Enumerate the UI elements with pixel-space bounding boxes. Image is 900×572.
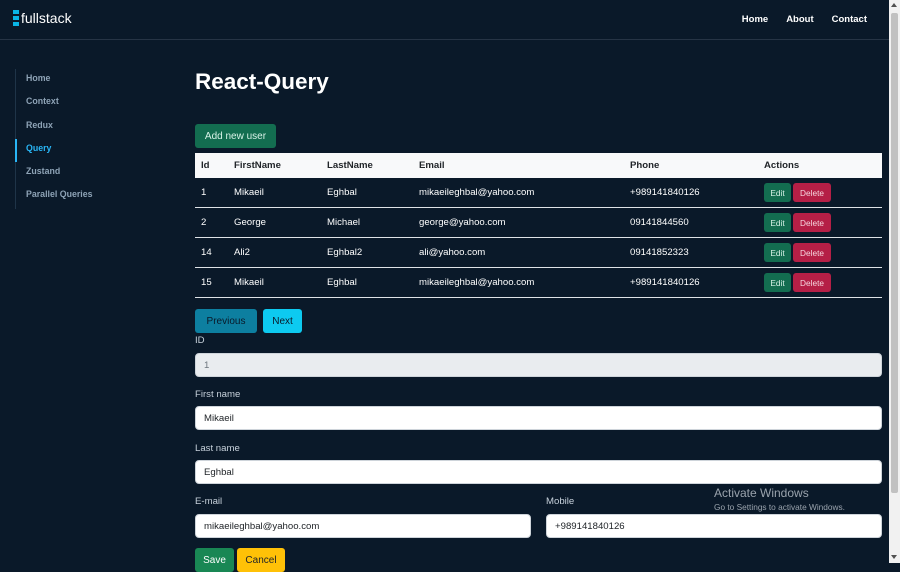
scroll-up-arrow-icon[interactable]: [891, 3, 897, 7]
nav-about-link[interactable]: About: [786, 14, 813, 25]
column-header-actions: Actions: [758, 153, 882, 178]
cell-firstname: Ali2: [228, 237, 321, 268]
column-header-id: Id: [195, 153, 228, 178]
users-table: Id FirstName LastName Email Phone Action…: [195, 153, 882, 298]
cell-email: mikaeileghbal@yahoo.com: [413, 178, 624, 208]
cell-firstname: George: [228, 207, 321, 238]
column-header-lastname: LastName: [321, 153, 413, 178]
delete-button[interactable]: Delete: [793, 273, 831, 292]
sidebar-item-redux[interactable]: Redux: [16, 116, 166, 139]
edit-button[interactable]: Edit: [764, 273, 791, 292]
table-row: 1 Mikaeil Eghbal mikaeileghbal@yahoo.com…: [195, 178, 882, 208]
nav-contact-link[interactable]: Contact: [832, 14, 867, 25]
cell-actions: Edit Delete: [758, 237, 882, 268]
watermark-subtitle: Go to Settings to activate Windows.: [714, 502, 845, 512]
cell-actions: Edit Delete: [758, 178, 882, 208]
add-new-user-button[interactable]: Add new user: [195, 124, 276, 148]
column-header-email: Email: [413, 153, 624, 178]
table-row: 15 Mikaeil Eghbal mikaeileghbal@yahoo.co…: [195, 267, 882, 298]
brand-name: fullstack: [21, 10, 72, 26]
table-row: 2 George Michael george@yahoo.com 091418…: [195, 207, 882, 238]
scroll-down-arrow-icon[interactable]: [891, 555, 897, 559]
cell-phone: +989141840126: [624, 267, 758, 298]
cell-firstname: Mikaeil: [228, 267, 321, 298]
sidebar-item-parallel-queries[interactable]: Parallel Queries: [16, 185, 166, 208]
edit-button[interactable]: Edit: [764, 243, 791, 262]
top-nav-links: Home About Contact: [742, 14, 867, 25]
cancel-button[interactable]: Cancel: [237, 548, 285, 572]
cell-phone: 09141844560: [624, 207, 758, 238]
last-name-field[interactable]: [195, 460, 882, 484]
first-name-label: First name: [195, 389, 241, 400]
scrollbar-thumb[interactable]: [891, 13, 898, 493]
stacked-bars-logo-icon: [13, 10, 19, 26]
activate-windows-watermark: Activate Windows Go to Settings to activ…: [714, 486, 845, 512]
sidebar-item-query[interactable]: Query: [15, 138, 166, 163]
cell-actions: Edit Delete: [758, 207, 882, 238]
table-row: 14 Ali2 Eghbal2 ali@yahoo.com 0914185232…: [195, 237, 882, 268]
vertical-scrollbar[interactable]: [889, 0, 900, 563]
cell-id: 1: [195, 178, 228, 208]
column-header-firstname: FirstName: [228, 153, 321, 178]
cell-lastname: Michael: [321, 207, 413, 238]
watermark-title: Activate Windows: [714, 486, 809, 500]
last-name-label: Last name: [195, 443, 240, 454]
nav-home-link[interactable]: Home: [742, 14, 768, 25]
email-field[interactable]: [195, 514, 531, 538]
sidebar-item-zustand[interactable]: Zustand: [16, 162, 166, 185]
cell-id: 2: [195, 207, 228, 238]
cell-email: ali@yahoo.com: [413, 237, 624, 268]
delete-button[interactable]: Delete: [793, 183, 831, 202]
id-label: ID: [195, 335, 205, 346]
sidebar: Home Context Redux Query Zustand Paralle…: [15, 69, 166, 209]
top-navbar: fullstack Home About Contact: [0, 0, 889, 40]
cell-email: george@yahoo.com: [413, 207, 624, 238]
page-title: React-Query: [195, 69, 329, 94]
cell-lastname: Eghbal: [321, 267, 413, 298]
id-field[interactable]: [195, 353, 882, 377]
cell-id: 14: [195, 237, 228, 268]
cell-phone: +989141840126: [624, 178, 758, 208]
edit-button[interactable]: Edit: [764, 183, 791, 202]
table-header-row: Id FirstName LastName Email Phone Action…: [195, 153, 882, 178]
delete-button[interactable]: Delete: [793, 213, 831, 232]
cell-firstname: Mikaeil: [228, 178, 321, 208]
pagination: Previous Next: [195, 309, 302, 333]
cell-lastname: Eghbal2: [321, 237, 413, 268]
previous-page-button[interactable]: Previous: [195, 309, 257, 333]
sidebar-item-home[interactable]: Home: [16, 69, 166, 92]
edit-button[interactable]: Edit: [764, 213, 791, 232]
email-label: E-mail: [195, 496, 223, 507]
next-page-button[interactable]: Next: [263, 309, 302, 333]
delete-button[interactable]: Delete: [793, 243, 831, 262]
column-header-phone: Phone: [624, 153, 758, 178]
mobile-field[interactable]: [546, 514, 882, 538]
brand[interactable]: fullstack: [13, 10, 72, 26]
sidebar-item-context[interactable]: Context: [16, 92, 166, 115]
cell-actions: Edit Delete: [758, 267, 882, 298]
cell-lastname: Eghbal: [321, 178, 413, 208]
first-name-field[interactable]: [195, 406, 882, 430]
cell-email: mikaeileghbal@yahoo.com: [413, 267, 624, 298]
save-button[interactable]: Save: [195, 548, 234, 572]
cell-id: 15: [195, 267, 228, 298]
cell-phone: 09141852323: [624, 237, 758, 268]
mobile-label: Mobile: [546, 496, 575, 507]
